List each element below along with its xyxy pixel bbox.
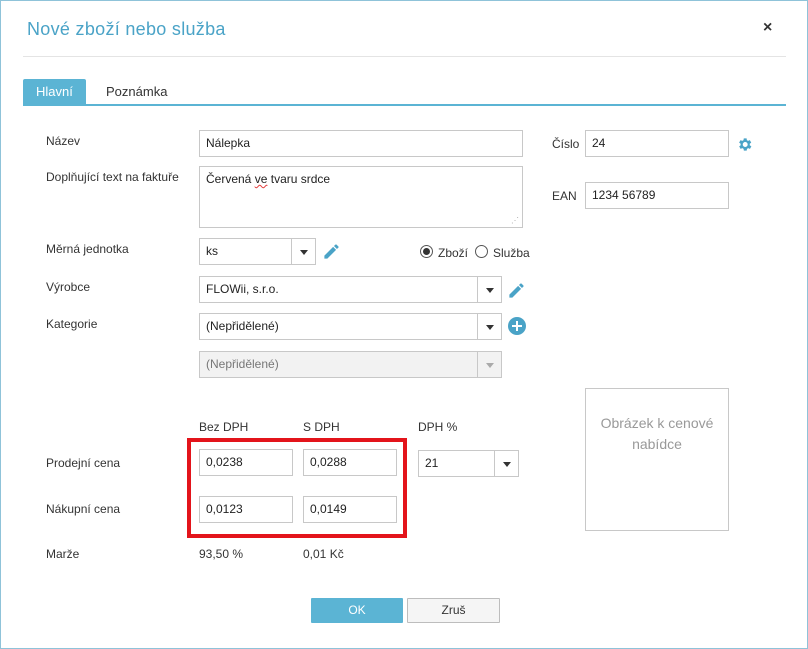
number-label: Číslo (552, 137, 580, 151)
name-label: Název (46, 134, 81, 148)
radio-goods[interactable] (420, 245, 433, 258)
plus-circle-icon[interactable] (508, 317, 526, 335)
chevron-down-icon[interactable] (494, 451, 518, 476)
chevron-down-icon[interactable] (477, 277, 501, 302)
pencil-icon[interactable] (507, 281, 526, 300)
radio-service[interactable] (475, 245, 488, 258)
ean-label: EAN (552, 189, 577, 203)
extra-text-area[interactable]: Červená ve tvaru srdce ⋰ (199, 166, 523, 228)
tab-underline (23, 104, 786, 106)
name-input[interactable]: Nálepka (199, 130, 523, 157)
chevron-down-icon[interactable] (291, 239, 315, 264)
unit-select[interactable]: ks (199, 238, 316, 265)
manufacturer-select[interactable]: FLOWii, s.r.o. (199, 276, 502, 303)
cancel-button[interactable]: Zruš (407, 598, 500, 623)
vat-select[interactable]: 21 (418, 450, 519, 477)
ean-input[interactable]: 1234 56789 (585, 182, 729, 209)
tab-hlavni[interactable]: Hlavní (23, 79, 86, 105)
col-vat-label: DPH % (418, 420, 458, 434)
category-value: (Nepřidělené) (206, 319, 279, 333)
ok-button[interactable]: OK (311, 598, 403, 623)
close-icon[interactable]: × (763, 19, 772, 37)
extra-text-label: Doplňující text na faktuře (46, 170, 179, 184)
dialog: Nové zboží nebo služba × Hlavní Poznámka… (0, 0, 808, 649)
unit-label: Měrná jednotka (46, 242, 129, 256)
col-gross-label: S DPH (303, 420, 340, 434)
subcategory-value: (Nepřidělené) (206, 357, 279, 371)
category-select[interactable]: (Nepřidělené) (199, 313, 502, 340)
col-net-label: Bez DPH (199, 420, 249, 434)
extra-text-word1: Červená (206, 172, 252, 186)
extra-text-word3: tvaru srdce (270, 172, 331, 186)
purchase-price-label: Nákupní cena (46, 502, 121, 516)
gear-icon[interactable] (736, 136, 753, 153)
category-label: Kategorie (46, 317, 98, 331)
tab-poznamka[interactable]: Poznámka (93, 79, 180, 105)
dialog-title: Nové zboží nebo služba (27, 19, 226, 39)
pencil-icon[interactable] (322, 242, 341, 261)
manufacturer-label: Výrobce (46, 280, 91, 294)
manufacturer-value: FLOWii, s.r.o. (206, 282, 279, 296)
radio-service-label: Služba (493, 246, 530, 260)
image-placeholder[interactable]: Obrázek k cenové nabídce (585, 388, 729, 531)
chevron-down-icon (477, 352, 501, 377)
extra-text-word2: ve (254, 172, 268, 186)
unit-value: ks (206, 244, 218, 258)
price-highlight-box (187, 438, 407, 538)
vat-value: 21 (425, 456, 439, 470)
subcategory-select: (Nepřidělené) (199, 351, 502, 378)
margin-amount: 0,01 Kč (303, 547, 344, 561)
image-placeholder-text: Obrázek k cenové nabídce (600, 415, 714, 452)
title-divider (23, 56, 786, 57)
margin-percent: 93,50 % (199, 547, 244, 561)
radio-goods-label: Zboží (438, 246, 469, 260)
resize-handle-icon[interactable]: ⋰ (511, 216, 519, 225)
sale-price-label: Prodejní cena (46, 456, 121, 470)
margin-label: Marže (46, 547, 80, 561)
chevron-down-icon[interactable] (477, 314, 501, 339)
number-input[interactable]: 24 (585, 130, 729, 157)
